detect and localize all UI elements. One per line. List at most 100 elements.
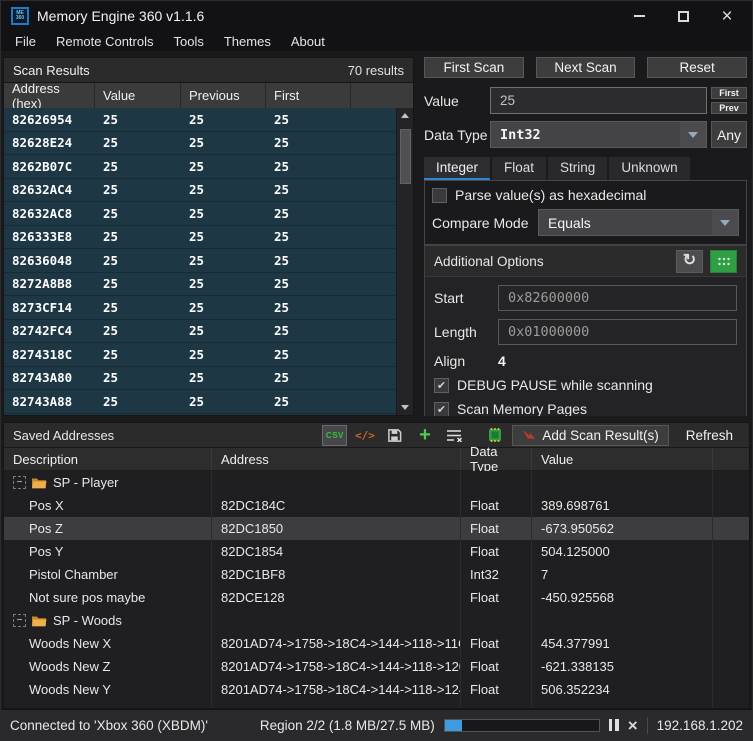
menu-item-themes[interactable]: Themes bbox=[214, 34, 281, 49]
refresh-icon: ↻ bbox=[683, 253, 696, 269]
debug-pause-checkbox[interactable] bbox=[434, 378, 449, 393]
scan-memory-pages-option[interactable]: Scan Memory Pages bbox=[434, 401, 737, 416]
memory-chip-button[interactable] bbox=[482, 425, 507, 446]
scan-column-value[interactable]: Value bbox=[95, 83, 181, 108]
data-type-select[interactable]: Int32 bbox=[490, 121, 707, 148]
plus-icon: + bbox=[419, 425, 431, 445]
saved-cell-value: -621.338135 bbox=[532, 655, 713, 678]
scan-cell-first: 25 bbox=[266, 253, 351, 268]
parse-hex-checkbox[interactable] bbox=[432, 188, 447, 203]
scan-column-extra[interactable] bbox=[351, 83, 413, 108]
saved-column-address[interactable]: Address bbox=[212, 448, 461, 470]
debug-pause-option[interactable]: DEBUG PAUSE while scanning bbox=[434, 377, 737, 393]
scan-scrollbar[interactable] bbox=[396, 108, 413, 415]
scrollbar-thumb[interactable] bbox=[400, 129, 411, 184]
saved-group-row[interactable]: −SP - Player bbox=[4, 471, 749, 494]
menu-item-tools[interactable]: Tools bbox=[164, 34, 214, 49]
scan-result-row[interactable]: 82626954252525 bbox=[4, 108, 396, 132]
menu-item-remote-controls[interactable]: Remote Controls bbox=[46, 34, 164, 49]
scan-cell-previous: 25 bbox=[181, 300, 266, 315]
scan-cell-address: 8262B07C bbox=[4, 159, 95, 174]
saved-address-row[interactable]: Woods New X8201AD74->1758->18C4->144->11… bbox=[4, 632, 749, 655]
menu-item-about[interactable]: About bbox=[281, 34, 335, 49]
first-scan-button[interactable]: First Scan bbox=[424, 57, 524, 78]
export-csv-button[interactable]: CSV bbox=[322, 425, 347, 446]
scan-column-previous[interactable]: Previous bbox=[181, 83, 266, 108]
saved-cell-description: Pos Z bbox=[4, 517, 212, 540]
reset-button[interactable]: Reset bbox=[647, 57, 747, 78]
maximize-button[interactable] bbox=[668, 3, 698, 29]
saved-address-row[interactable]: Pos Y82DC1854Float504.125000 bbox=[4, 540, 749, 563]
scan-result-row[interactable]: 82628E24252525 bbox=[4, 132, 396, 156]
value-input[interactable]: 25 bbox=[490, 87, 707, 114]
saved-address-row[interactable]: Woods New Z8201AD74->1758->18C4->144->11… bbox=[4, 655, 749, 678]
memory-regions-button[interactable] bbox=[710, 250, 737, 273]
length-input[interactable]: 0x01000000 bbox=[498, 319, 737, 345]
scrollbar-down-icon[interactable] bbox=[397, 400, 413, 415]
collapse-icon[interactable]: − bbox=[13, 614, 26, 627]
saved-group-row[interactable]: −SP - Woods bbox=[4, 609, 749, 632]
scan-memory-pages-checkbox[interactable] bbox=[434, 402, 449, 417]
saved-column-description[interactable]: Description bbox=[4, 448, 212, 470]
cancel-icon[interactable]: × bbox=[628, 717, 638, 734]
scan-cell-address: 826333E8 bbox=[4, 229, 95, 244]
compare-mode-select[interactable]: Equals bbox=[538, 209, 739, 236]
scrollbar-up-icon[interactable] bbox=[397, 108, 413, 123]
scan-result-row[interactable]: 8274318C252525 bbox=[4, 343, 396, 367]
pause-icon[interactable] bbox=[609, 719, 619, 731]
saved-address-row[interactable]: Pos Z82DC1850Float-673.950562 bbox=[4, 517, 749, 540]
scan-result-row[interactable]: 82632AC4252525 bbox=[4, 179, 396, 203]
close-icon: × bbox=[721, 7, 732, 26]
scan-result-row[interactable]: 826333E8252525 bbox=[4, 226, 396, 250]
close-button[interactable]: × bbox=[712, 3, 742, 29]
saved-address-row[interactable]: Pos X82DC184CFloat389.698761 bbox=[4, 494, 749, 517]
scan-controls-panel: First Scan Next Scan Reset Value 25 Firs… bbox=[421, 57, 750, 416]
scan-result-row[interactable]: 82636048252525 bbox=[4, 249, 396, 273]
tab-float[interactable]: Float bbox=[492, 157, 546, 180]
collapse-icon[interactable]: − bbox=[13, 476, 26, 489]
chevron-down-icon[interactable] bbox=[712, 210, 738, 235]
refresh-saved-button[interactable]: Refresh bbox=[674, 425, 745, 446]
tab-unknown[interactable]: Unknown bbox=[609, 157, 689, 180]
scan-result-row[interactable]: 82743A88252525 bbox=[4, 390, 396, 414]
saved-address-row[interactable]: Pistol Chamber82DC1BF8Int327 bbox=[4, 563, 749, 586]
length-label: Length bbox=[434, 324, 498, 340]
any-button[interactable]: Any bbox=[711, 121, 747, 148]
saved-column-value[interactable]: Value bbox=[532, 448, 713, 470]
scan-column-first[interactable]: First bbox=[266, 83, 351, 108]
add-entry-button[interactable]: + bbox=[412, 425, 437, 446]
start-input[interactable]: 0x82600000 bbox=[498, 285, 737, 311]
scan-result-row[interactable]: 8272A8B8252525 bbox=[4, 273, 396, 297]
refresh-options-button[interactable]: ↻ bbox=[676, 250, 703, 273]
progress-bar bbox=[444, 719, 600, 732]
tab-integer[interactable]: Integer bbox=[424, 157, 490, 180]
scan-result-row[interactable]: 8273CF14252525 bbox=[4, 296, 396, 320]
next-scan-button[interactable]: Next Scan bbox=[536, 57, 636, 78]
tab-string[interactable]: String bbox=[548, 157, 607, 180]
minimize-button[interactable] bbox=[624, 3, 654, 29]
scan-result-row[interactable]: 8262B07C252525 bbox=[4, 155, 396, 179]
delete-list-button[interactable] bbox=[442, 425, 467, 446]
saved-cell-extra bbox=[713, 632, 749, 655]
prev-value-button[interactable]: Prev bbox=[711, 102, 747, 114]
saved-address-row[interactable]: Woods New Y8201AD74->1758->18C4->144->11… bbox=[4, 678, 749, 701]
saved-cell-address: 82DCE128 bbox=[212, 586, 461, 609]
add-scan-results-button[interactable]: Add Scan Result(s) bbox=[512, 425, 668, 446]
scan-cell-value: 25 bbox=[95, 300, 181, 315]
scan-cell-value: 25 bbox=[95, 276, 181, 291]
menu-item-file[interactable]: File bbox=[5, 34, 46, 49]
parse-hex-option[interactable]: Parse value(s) as hexadecimal bbox=[432, 187, 739, 203]
scan-result-row[interactable]: 82632AC8252525 bbox=[4, 202, 396, 226]
scan-result-row[interactable]: 82743A80252525 bbox=[4, 367, 396, 391]
save-button[interactable] bbox=[382, 425, 407, 446]
scan-result-row[interactable]: 82742FC4252525 bbox=[4, 320, 396, 344]
saved-address-row[interactable]: Not sure pos maybe82DCE128Float-450.9255… bbox=[4, 586, 749, 609]
scan-column-address-hex[interactable]: Address (hex) bbox=[4, 83, 95, 108]
code-button[interactable]: </> bbox=[352, 425, 377, 446]
saved-column-data-type[interactable]: Data Type bbox=[461, 448, 532, 470]
first-value-button[interactable]: First bbox=[711, 87, 747, 99]
folder-icon bbox=[31, 476, 47, 489]
title-bar: ME 360 Memory Engine 360 v1.1.6 × bbox=[1, 1, 752, 31]
chevron-down-icon[interactable] bbox=[680, 122, 706, 147]
saved-column-extra[interactable] bbox=[713, 448, 749, 470]
